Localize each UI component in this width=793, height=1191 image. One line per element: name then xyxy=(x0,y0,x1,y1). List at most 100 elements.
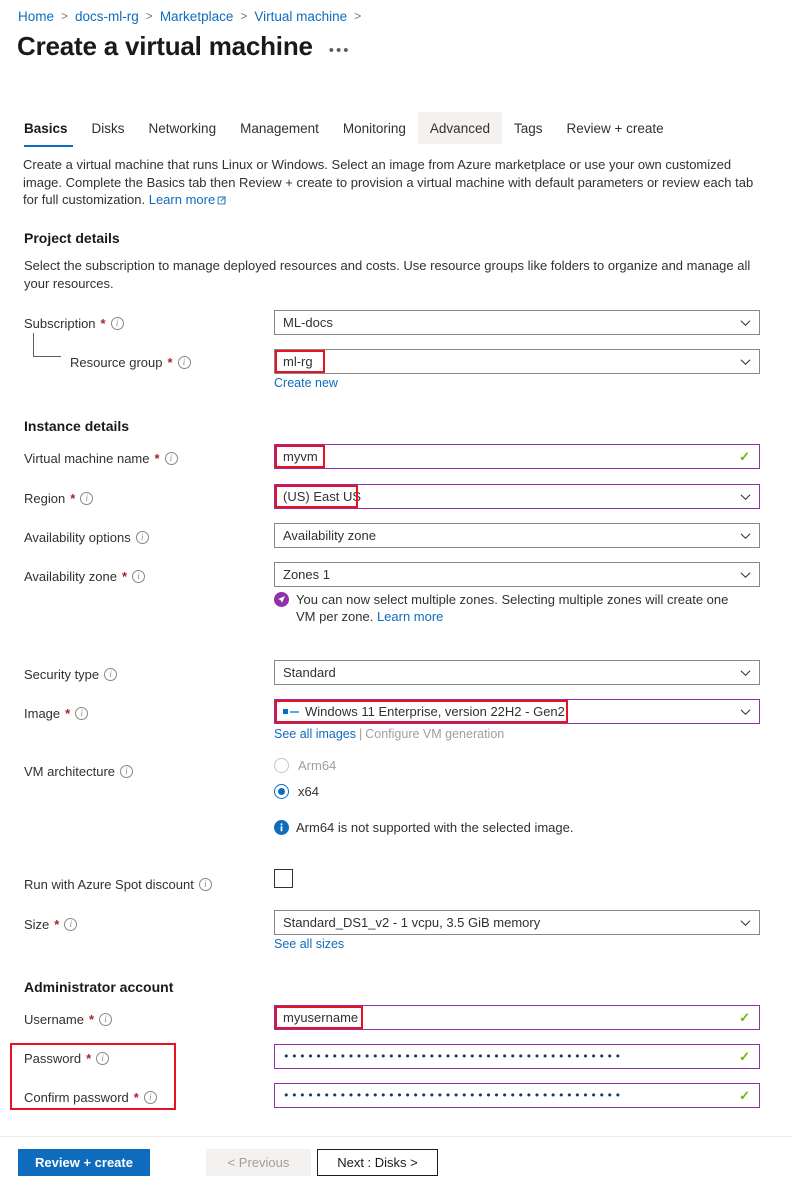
tab-advanced[interactable]: Advanced xyxy=(417,112,502,144)
vm-name-value: myvm xyxy=(283,449,318,464)
info-icon[interactable]: i xyxy=(104,667,118,681)
username-label: Username * i xyxy=(24,1010,113,1028)
chevron-down-icon xyxy=(740,319,751,326)
info-icon[interactable]: i xyxy=(96,1051,110,1065)
security-type-label: Security type i xyxy=(24,665,118,683)
info-icon[interactable]: i xyxy=(164,451,178,465)
info-icon[interactable]: i xyxy=(132,569,146,583)
tab-label: Advanced xyxy=(429,120,490,136)
info-icon[interactable]: i xyxy=(135,530,149,544)
vm-name-input[interactable]: myvm ✓ xyxy=(274,444,760,469)
valid-check-icon: ✓ xyxy=(739,448,750,464)
tab-label: Networking xyxy=(148,120,217,136)
spot-discount-checkbox[interactable] xyxy=(274,869,293,888)
region-label-text: Region xyxy=(24,490,66,506)
review-create-button[interactable]: Review + create xyxy=(18,1149,150,1176)
tab-tags[interactable]: Tags xyxy=(502,112,555,144)
required-marker: * xyxy=(65,705,71,721)
username-input[interactable]: myusername ✓ xyxy=(274,1005,760,1030)
password-label-text: Password xyxy=(24,1050,82,1066)
breadcrumb-item-virtual-machine[interactable]: Virtual machine xyxy=(254,9,347,24)
vm-architecture-option-x64[interactable]: x64 xyxy=(274,784,319,799)
breadcrumb-item-home[interactable]: Home xyxy=(18,9,54,24)
see-all-images-link[interactable]: See all images xyxy=(274,727,356,741)
zone-learn-more-link[interactable]: Learn more xyxy=(377,609,443,624)
security-type-value: Standard xyxy=(283,665,336,680)
password-label: Password * i xyxy=(24,1049,110,1067)
info-icon[interactable]: i xyxy=(177,355,191,369)
subscription-value: ML-docs xyxy=(283,315,333,330)
intro-description: Create a virtual machine that runs Linux… xyxy=(23,156,758,210)
image-label-text: Image xyxy=(24,705,61,721)
resource-group-dropdown[interactable]: ml-rg xyxy=(274,349,760,374)
breadcrumb-separator: > xyxy=(354,9,362,23)
resource-group-value: ml-rg xyxy=(283,354,313,369)
breadcrumb-separator: > xyxy=(61,9,69,23)
info-icon[interactable]: i xyxy=(143,1090,157,1104)
tab-bar: Basics Disks Networking Management Monit… xyxy=(19,112,676,147)
username-label-text: Username xyxy=(24,1011,84,1027)
see-all-sizes-link[interactable]: See all sizes xyxy=(274,937,344,951)
intro-learn-more-link[interactable]: Learn more xyxy=(149,192,215,207)
availability-zone-dropdown[interactable]: Zones 1 xyxy=(274,562,760,587)
radio-x64-label: x64 xyxy=(298,784,319,799)
info-filled-icon xyxy=(274,820,289,839)
radio-arm64-label: Arm64 xyxy=(298,758,337,773)
subscription-label: Subscription * i xyxy=(24,314,124,332)
password-input[interactable]: ••••••••••••••••••••••••••••••••••••••••… xyxy=(274,1044,760,1069)
info-icon[interactable]: i xyxy=(99,1012,113,1026)
size-label-text: Size xyxy=(24,916,50,932)
image-thumbnail-icon xyxy=(283,709,299,714)
valid-check-icon: ✓ xyxy=(739,1087,750,1103)
subscription-label-text: Subscription xyxy=(24,315,96,331)
availability-options-dropdown[interactable]: Availability zone xyxy=(274,523,760,548)
image-dropdown[interactable]: Windows 11 Enterprise, version 22H2 - Ge… xyxy=(274,699,760,724)
tab-label: Review + create xyxy=(566,120,664,136)
info-icon[interactable]: i xyxy=(110,316,124,330)
tab-basics[interactable]: Basics xyxy=(19,112,80,147)
breadcrumb-item-marketplace[interactable]: Marketplace xyxy=(160,9,234,24)
chevron-down-icon xyxy=(740,919,751,926)
confirm-password-label-text: Confirm password xyxy=(24,1089,129,1105)
tab-networking[interactable]: Networking xyxy=(137,112,229,144)
required-marker: * xyxy=(88,1011,95,1027)
vm-architecture-option-arm64[interactable]: Arm64 xyxy=(274,758,336,773)
chevron-down-icon xyxy=(740,532,751,539)
intro-text: Create a virtual machine that runs Linux… xyxy=(23,157,754,207)
more-options-icon[interactable]: ••• xyxy=(329,43,351,58)
size-dropdown[interactable]: Standard_DS1_v2 - 1 vcpu, 3.5 GiB memory xyxy=(274,910,760,935)
tab-disks[interactable]: Disks xyxy=(80,112,137,144)
subscription-dropdown[interactable]: ML-docs xyxy=(274,310,760,335)
security-type-label-text: Security type xyxy=(24,666,100,682)
region-dropdown[interactable]: (US) East US xyxy=(274,484,760,509)
vm-architecture-label-text: VM architecture xyxy=(24,763,116,779)
image-sublinks: See all images | Configure VM generation xyxy=(274,727,504,741)
tab-management[interactable]: Management xyxy=(228,112,331,144)
create-new-resource-group-link[interactable]: Create new xyxy=(274,376,338,390)
previous-button: < Previous xyxy=(206,1149,311,1176)
radio-x64[interactable] xyxy=(274,784,289,799)
security-type-dropdown[interactable]: Standard xyxy=(274,660,760,685)
confirm-password-value: ••••••••••••••••••••••••••••••••••••••••… xyxy=(283,1089,623,1102)
chevron-down-icon xyxy=(740,669,751,676)
info-icon[interactable]: i xyxy=(120,764,134,778)
tab-label: Monitoring xyxy=(342,120,406,136)
tab-monitoring[interactable]: Monitoring xyxy=(331,112,418,144)
section-title-administrator-account: Administrator account xyxy=(24,979,174,995)
page-title-row: Create a virtual machine ••• xyxy=(17,30,351,62)
spot-discount-label: Run with Azure Spot discount i xyxy=(24,875,212,893)
required-marker: * xyxy=(100,315,106,331)
chevron-down-icon xyxy=(740,708,751,715)
next-disks-button[interactable]: Next : Disks > xyxy=(317,1149,438,1176)
tab-review-create[interactable]: Review + create xyxy=(555,112,676,144)
confirm-password-input[interactable]: ••••••••••••••••••••••••••••••••••••••••… xyxy=(274,1083,760,1108)
chevron-down-icon xyxy=(740,358,751,365)
required-marker: * xyxy=(133,1089,139,1105)
info-icon[interactable]: i xyxy=(75,706,89,720)
radio-arm64[interactable] xyxy=(274,758,289,773)
info-icon[interactable]: i xyxy=(198,877,212,891)
breadcrumb-item-docs-ml-rg[interactable]: docs-ml-rg xyxy=(75,9,139,24)
info-icon[interactable]: i xyxy=(80,491,94,505)
availability-zone-value: Zones 1 xyxy=(283,567,330,582)
info-icon[interactable]: i xyxy=(64,917,78,931)
